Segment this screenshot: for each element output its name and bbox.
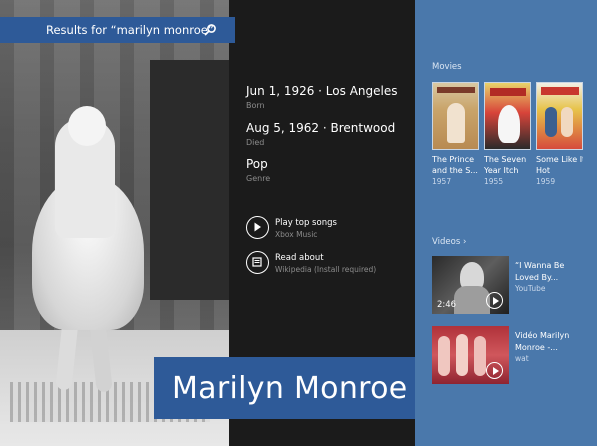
movie-poster bbox=[432, 82, 479, 150]
play-icon bbox=[486, 362, 503, 379]
fact-value: Jun 1, 1926 · Los Angeles bbox=[246, 84, 398, 98]
movie-title: The Prince bbox=[432, 155, 475, 164]
search-icon[interactable] bbox=[204, 23, 217, 36]
video-thumbnail: 2:46 bbox=[432, 256, 509, 314]
movie-tile[interactable]: Some Like It Hot 1959 bbox=[536, 82, 583, 186]
video-title: “I Wanna Be Loved By... bbox=[515, 260, 564, 284]
movie-year: 1955 bbox=[484, 177, 504, 186]
videos-section-title[interactable]: Videos › bbox=[432, 237, 466, 247]
video-thumbnail bbox=[432, 326, 509, 384]
movie-tile[interactable]: The Prince and the S... 1957 bbox=[432, 82, 479, 186]
video-title-line: “I Wanna Be bbox=[515, 261, 565, 270]
fact-died: Aug 5, 1962 · Brentwood Died bbox=[246, 121, 395, 147]
play-icon bbox=[486, 292, 503, 309]
movie-title: and the S... bbox=[432, 166, 478, 175]
photo-figure-head bbox=[68, 106, 106, 146]
action-sublabel: Xbox Music bbox=[275, 230, 318, 239]
movie-title: Hot bbox=[536, 166, 551, 175]
search-results-bar[interactable]: Results for “marilyn monroe” bbox=[0, 17, 235, 43]
movie-title: Year Itch bbox=[484, 166, 519, 175]
action-label: Read about bbox=[275, 253, 324, 263]
fact-value: Pop bbox=[246, 157, 268, 171]
fact-born: Jun 1, 1926 · Los Angeles Born bbox=[246, 84, 397, 110]
video-source: wat bbox=[515, 354, 529, 363]
play-icon bbox=[246, 216, 269, 239]
fact-value: Aug 5, 1962 · Brentwood bbox=[246, 121, 396, 135]
movie-title: Some Like It bbox=[536, 155, 583, 164]
fact-genre: Pop Genre bbox=[246, 157, 270, 183]
video-tile[interactable]: 2:46 “I Wanna Be Loved By... YouTube bbox=[432, 256, 592, 314]
action-label: Play top songs bbox=[275, 218, 337, 228]
fact-caption: Died bbox=[246, 138, 265, 147]
video-title: Vidéo Marilyn Monroe -... bbox=[515, 330, 569, 354]
movie-tile[interactable]: The Seven Year Itch 1955 bbox=[484, 82, 531, 186]
action-sublabel: Wikipedia (Install required) bbox=[275, 265, 377, 274]
video-title-line: Monroe -... bbox=[515, 343, 558, 352]
movie-year: 1957 bbox=[432, 177, 452, 186]
search-query-label: Results for “marilyn monroe” bbox=[46, 23, 214, 37]
artist-name: Marilyn Monroe bbox=[172, 370, 408, 406]
photo-window bbox=[150, 60, 229, 300]
movie-poster bbox=[536, 82, 583, 150]
book-icon bbox=[246, 251, 269, 274]
fact-caption: Genre bbox=[246, 174, 271, 183]
video-title-line: Loved By... bbox=[515, 273, 559, 282]
video-duration: 2:46 bbox=[437, 300, 457, 310]
artist-name-banner: Marilyn Monroe bbox=[154, 357, 415, 419]
movie-title: The Seven bbox=[484, 155, 527, 164]
fact-caption: Born bbox=[246, 101, 265, 110]
video-title-line: Vidéo Marilyn bbox=[515, 331, 570, 340]
movie-poster bbox=[484, 82, 531, 150]
movies-section-title[interactable]: Movies bbox=[432, 62, 462, 72]
read-about-button[interactable]: Read about Wikipedia (Install required) bbox=[246, 251, 376, 274]
play-top-songs-button[interactable]: Play top songs Xbox Music bbox=[246, 216, 337, 239]
related-panel: Movies The Prince and the S... 1957 The … bbox=[415, 0, 597, 446]
movie-year: 1959 bbox=[536, 177, 556, 186]
video-tile[interactable]: Vidéo Marilyn Monroe -... wat bbox=[432, 326, 592, 384]
video-source: YouTube bbox=[515, 284, 546, 293]
